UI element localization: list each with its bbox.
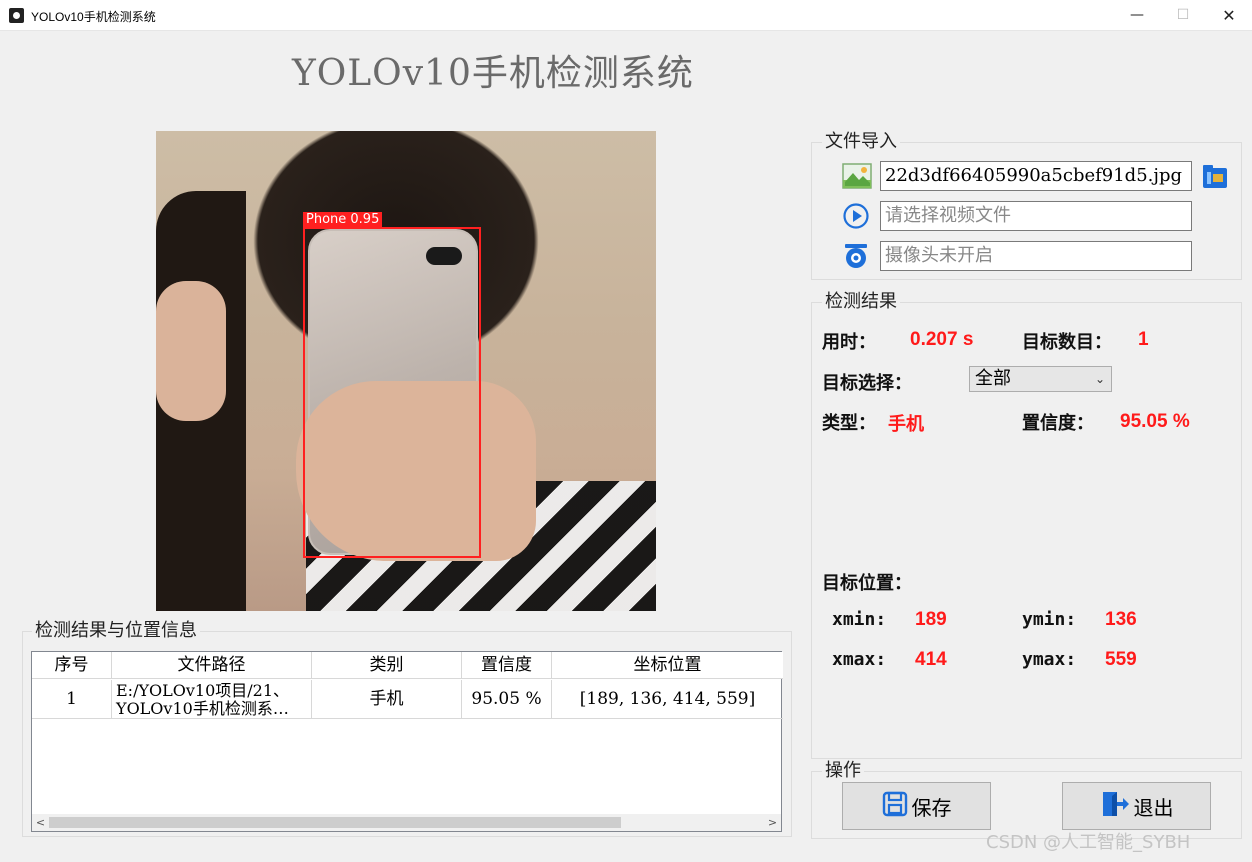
ymin-label: ymin: [1022, 609, 1077, 630]
scrollbar-thumb[interactable] [49, 817, 621, 828]
detection-label: Phone 0.95 [303, 212, 383, 228]
ymax-value: 559 [1105, 649, 1137, 670]
app-icon [9, 8, 24, 23]
video-file-field[interactable]: 请选择视频文件 [880, 201, 1192, 231]
table-row-path[interactable]: E:/YOLOv10项目/21、 YOLOv10手机检测系… [112, 680, 312, 719]
exit-button[interactable]: 退出 [1062, 782, 1211, 830]
results-table[interactable]: 序号 文件路径 类别 置信度 坐标位置 1 E:/YOLOv10项目/21、 Y… [31, 651, 783, 832]
save-icon [882, 791, 908, 822]
window-titlebar: YOLOv10手机检测系统 — ☐ ✕ [0, 0, 1252, 31]
image-file-icon[interactable] [842, 162, 872, 190]
detection-image: Phone 0.95 [156, 131, 656, 611]
save-button-label: 保存 [911, 795, 952, 820]
ymin-value: 136 [1105, 609, 1137, 630]
column-header-class[interactable]: 类别 [312, 652, 462, 679]
detection-results-title: 检测结果 [822, 292, 900, 312]
type-label: 类型： [822, 413, 876, 434]
exit-icon [1100, 789, 1130, 824]
target-position-label: 目标位置： [822, 573, 912, 594]
minimize-button[interactable]: — [1114, 0, 1160, 31]
column-header-confidence[interactable]: 置信度 [462, 652, 552, 679]
type-value: 手机 [888, 414, 924, 435]
file-import-title: 文件导入 [822, 132, 900, 152]
xmax-label: xmax: [832, 649, 887, 670]
confidence-label: 置信度： [1022, 413, 1094, 434]
table-row-class[interactable]: 手机 [312, 680, 462, 719]
table-row-confidence[interactable]: 95.05 % [462, 680, 552, 719]
watermark: CSDN @人工智能_SYBH [986, 832, 1191, 853]
table-row-index[interactable]: 1 [32, 680, 112, 719]
horizontal-scrollbar[interactable]: < > [32, 814, 781, 831]
target-select-label: 目标选择： [822, 373, 912, 394]
target-select-value: 全部 [975, 368, 1011, 389]
table-row-path-line1: E:/YOLOv10项目/21、 [116, 681, 290, 700]
confidence-value: 95.05 % [1120, 411, 1190, 432]
detection-bounding-box [303, 227, 481, 558]
scroll-left-icon[interactable]: < [32, 814, 49, 831]
open-folder-icon[interactable] [1201, 162, 1231, 190]
close-button[interactable]: ✕ [1206, 0, 1252, 31]
target-count-value: 1 [1138, 329, 1149, 350]
column-header-coords[interactable]: 坐标位置 [552, 652, 783, 679]
target-count-label: 目标数目： [1022, 332, 1112, 353]
maximize-button[interactable]: ☐ [1160, 0, 1206, 31]
chevron-down-icon: ⌄ [1094, 372, 1105, 386]
camera-field[interactable]: 摄像头未开启 [880, 241, 1192, 271]
window-title: YOLOv10手机检测系统 [31, 10, 156, 24]
image-file-field[interactable]: 22d3df66405990a5cbef91d5.jpg [880, 161, 1192, 191]
column-header-path[interactable]: 文件路径 [112, 652, 312, 679]
table-row-coords[interactable]: [189, 136, 414, 559] [552, 680, 783, 719]
save-button[interactable]: 保存 [842, 782, 991, 830]
actions-title: 操作 [822, 761, 864, 781]
table-row-path-line2: YOLOv10手机检测系… [116, 699, 289, 718]
page-title: YOLOv10手机检测系统 [292, 53, 694, 94]
target-select-dropdown[interactable]: 全部 ⌄ [969, 366, 1112, 392]
exit-button-label: 退出 [1133, 795, 1174, 820]
results-table-title: 检测结果与位置信息 [32, 621, 200, 641]
time-label: 用时： [822, 332, 876, 353]
ymax-label: ymax: [1022, 649, 1077, 670]
photo-hand-left [156, 281, 226, 421]
xmax-value: 414 [915, 649, 947, 670]
xmin-label: xmin: [832, 609, 887, 630]
scroll-right-icon[interactable]: > [764, 814, 781, 831]
xmin-value: 189 [915, 609, 947, 630]
video-file-icon[interactable] [842, 202, 872, 230]
column-header-index[interactable]: 序号 [32, 652, 112, 679]
time-value: 0.207 s [910, 329, 974, 350]
camera-icon[interactable] [842, 242, 872, 270]
